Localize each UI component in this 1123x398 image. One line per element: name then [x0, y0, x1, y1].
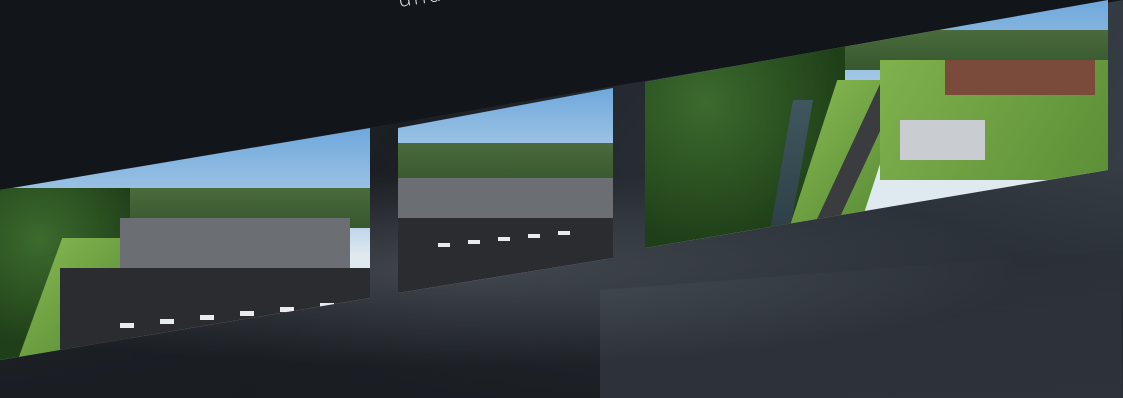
photo-skylight	[498, 237, 510, 241]
photo-skylight	[558, 231, 570, 235]
photo-building	[900, 120, 985, 160]
photo-skylight	[200, 315, 214, 320]
photo-skylight	[120, 323, 134, 328]
photo-skylight	[160, 319, 174, 324]
photo-hills	[398, 143, 613, 183]
photo-skylight	[468, 240, 480, 244]
photo-skylight	[438, 243, 450, 247]
photo-skylight	[240, 311, 254, 316]
photo-building	[945, 60, 1095, 95]
photo-skylight	[528, 234, 540, 238]
